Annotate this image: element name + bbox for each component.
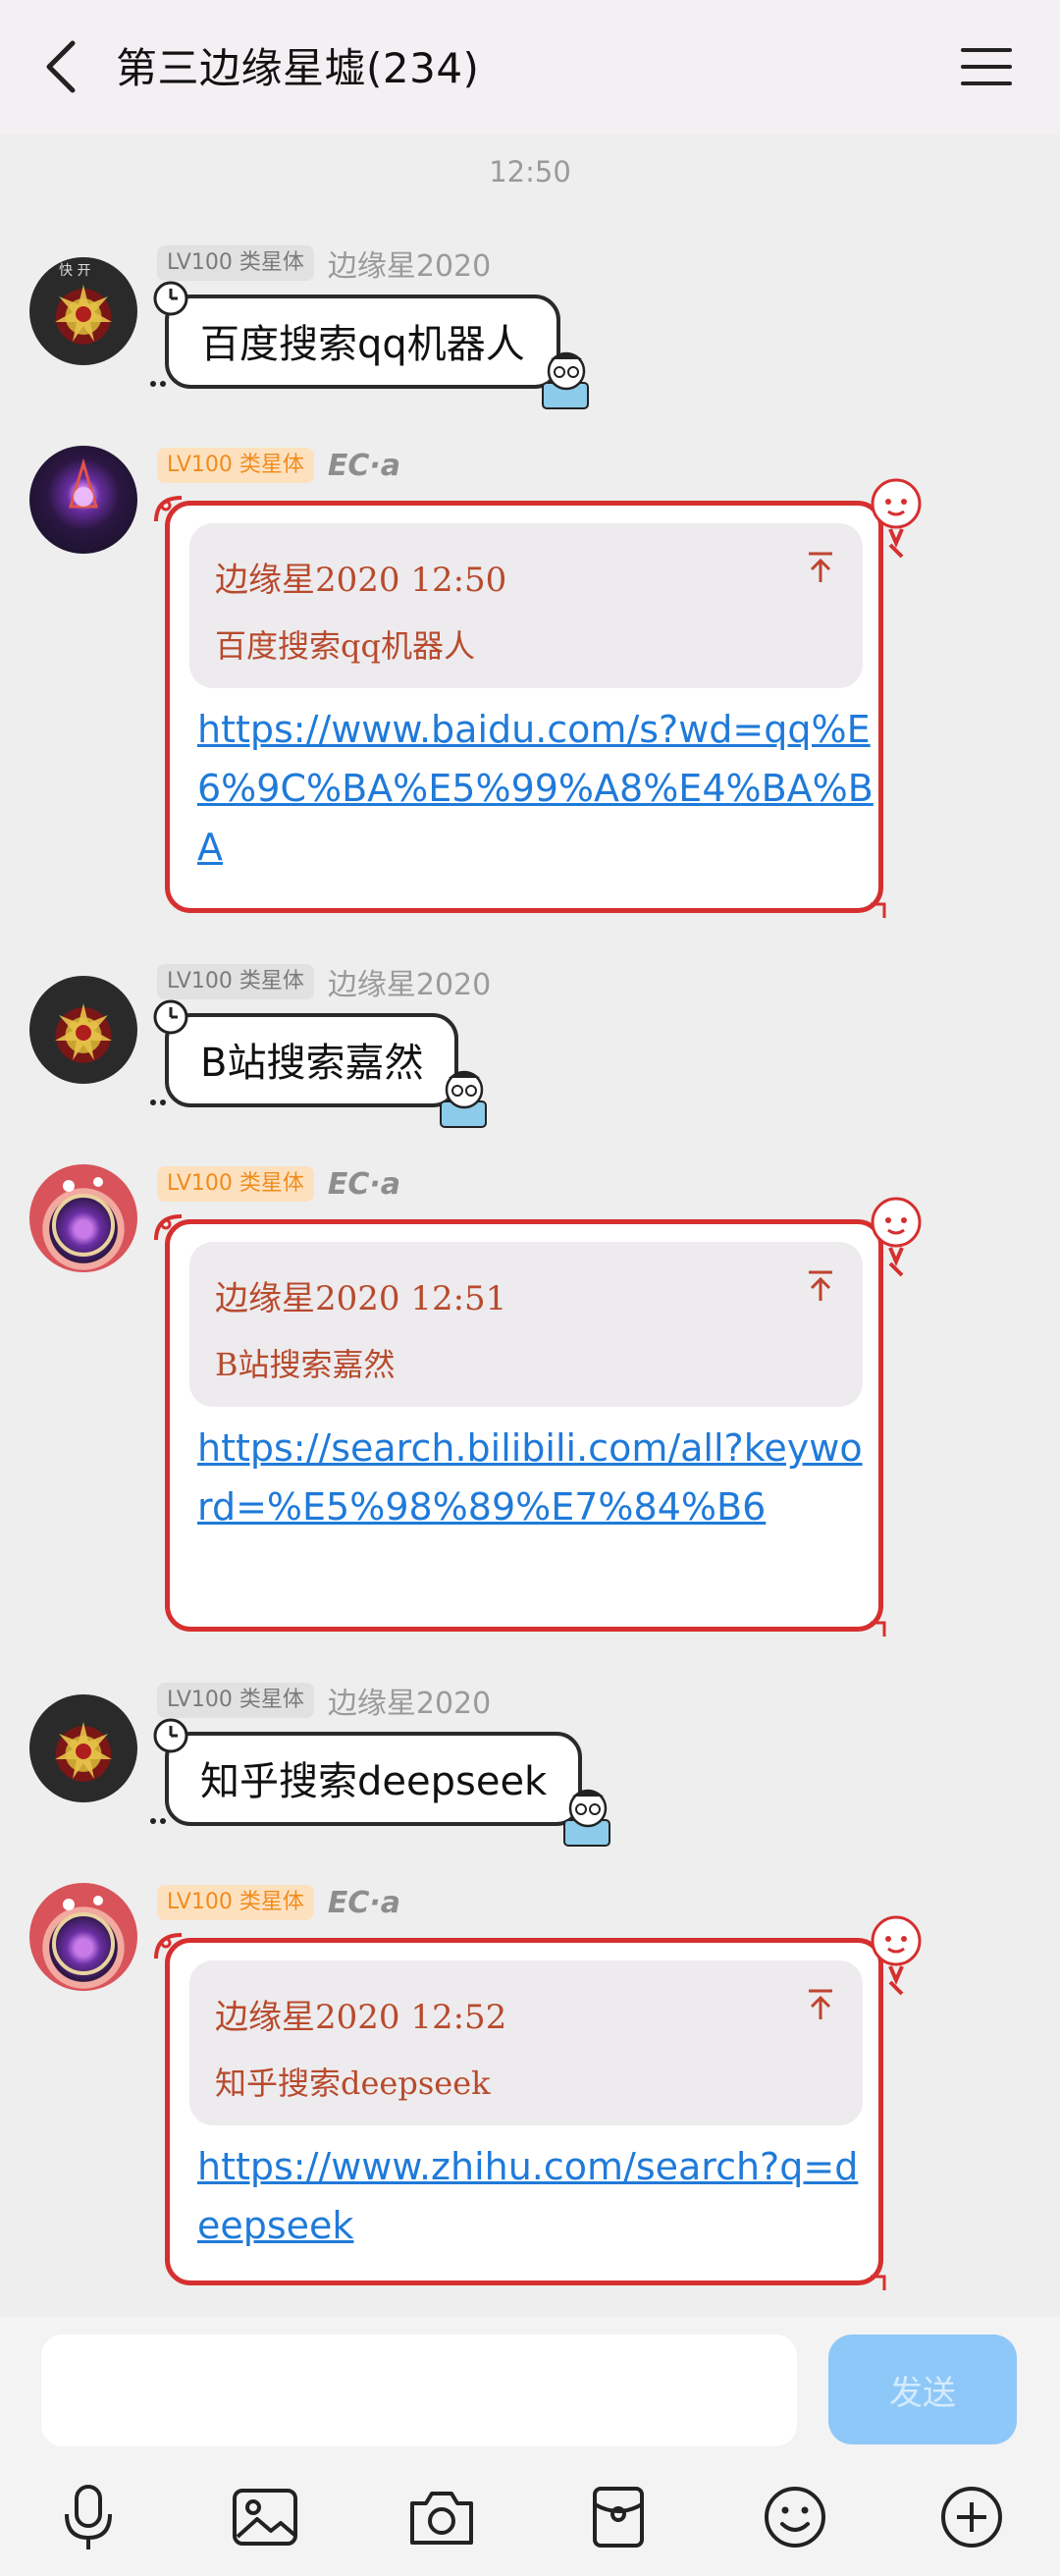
nerd-sticker-icon xyxy=(541,351,589,409)
clock-icon xyxy=(153,281,188,316)
message-item: LV100 类星体 EC·a 边缘星2020 12:52 知乎搜索deepsee… xyxy=(0,1883,1060,2295)
menu-icon xyxy=(961,48,1012,85)
corner-ornament-icon xyxy=(154,1214,183,1241)
chat-header: 第三边缘星墟(234) xyxy=(0,0,1060,134)
quote-header: 边缘星2020 12:50 xyxy=(215,561,507,600)
emoji-button[interactable] xyxy=(756,2478,834,2556)
jump-to-top-icon[interactable] xyxy=(806,1988,835,2021)
avatar[interactable] xyxy=(29,1694,137,1802)
microphone-icon xyxy=(65,2485,112,2549)
message-meta: LV100 类星体 边缘星2020 xyxy=(157,960,491,1003)
red-mascot-sticker-icon xyxy=(871,1197,922,1277)
level-badge: LV100 类星体 xyxy=(157,448,314,483)
avatar[interactable] xyxy=(29,1883,137,1991)
clock-icon xyxy=(153,1718,188,1753)
message-meta: LV100 类星体 边缘星2020 xyxy=(157,1679,491,1722)
jump-to-top-icon[interactable] xyxy=(806,1269,835,1303)
level-badge: LV100 类星体 xyxy=(157,1166,314,1202)
quoted-message[interactable]: 边缘星2020 12:51 B站搜索嘉然 xyxy=(189,1242,863,1407)
level-badge: LV100 类星体 xyxy=(157,245,314,281)
text-bubble[interactable]: B站搜索嘉然 xyxy=(150,999,488,1128)
corner-ornament-icon xyxy=(871,1621,886,1637)
message-text: 知乎搜索deepseek xyxy=(200,1759,548,1804)
dots-decoration-icon xyxy=(150,1100,166,1105)
message-item: LV100 类星体 边缘星2020 知乎搜索deepseek xyxy=(0,1681,1060,1857)
message-text: B站搜索嘉然 xyxy=(200,1041,424,1086)
input-toolbar xyxy=(0,2474,1060,2572)
message-meta: LV100 类星体 EC·a xyxy=(157,1883,400,1922)
search-link[interactable]: https://search.bilibili.com/all?keyword=… xyxy=(197,1419,874,1536)
level-badge: LV100 类星体 xyxy=(157,964,314,999)
nerd-sticker-icon xyxy=(440,1070,488,1128)
corner-ornament-icon xyxy=(154,1933,183,1959)
camera-button[interactable] xyxy=(402,2478,481,2556)
red-packet-icon xyxy=(593,2487,644,2548)
svg-text:快 开: 快 开 xyxy=(59,263,90,279)
quote-text: 百度搜索qq机器人 xyxy=(215,627,475,665)
plus-icon xyxy=(941,2487,1002,2548)
sender-name[interactable]: 边缘星2020 xyxy=(328,1679,491,1722)
message-item: LV100 类星体 边缘星2020 B站搜索嘉然 xyxy=(0,962,1060,1139)
message-meta: LV100 类星体 EC·a xyxy=(157,446,400,485)
dots-decoration-icon xyxy=(150,381,166,387)
dots-decoration-icon xyxy=(150,1818,166,1824)
text-bubble[interactable]: 知乎搜索deepseek xyxy=(150,1718,611,1847)
menu-button[interactable] xyxy=(952,39,1021,94)
clock-icon xyxy=(153,999,188,1035)
reply-card[interactable]: 边缘星2020 12:52 知乎搜索deepseek https://www.z… xyxy=(154,1915,922,2290)
chevron-left-icon xyxy=(46,40,76,93)
quote-text: 知乎搜索deepseek xyxy=(215,2065,491,2102)
nerd-sticker-icon xyxy=(563,1789,611,1847)
back-button[interactable] xyxy=(29,33,92,100)
sender-name[interactable]: EC·a xyxy=(328,1167,400,1202)
sender-name[interactable]: EC·a xyxy=(328,449,400,483)
text-bubble[interactable]: 百度搜索qq机器人 xyxy=(150,281,589,409)
sender-name[interactable]: 边缘星2020 xyxy=(328,242,491,285)
voice-button[interactable] xyxy=(49,2478,128,2556)
input-area: 发送 xyxy=(0,2317,1060,2576)
quoted-message[interactable]: 边缘星2020 12:50 百度搜索qq机器人 xyxy=(189,523,863,688)
sender-name[interactable]: 边缘星2020 xyxy=(328,960,491,1003)
chat-area[interactable]: 12:50 快 开 LV100 类星体 边缘星2020 百度搜索qq机器人 LV… xyxy=(0,134,1060,2317)
more-button[interactable] xyxy=(932,2478,1011,2556)
message-item: LV100 类星体 EC·a 边缘星2020 12:51 B站搜索嘉然 http… xyxy=(0,1164,1060,1637)
search-link[interactable]: https://www.zhihu.com/search?q=deepseek xyxy=(197,2137,874,2255)
reply-card[interactable]: 边缘星2020 12:50 百度搜索qq机器人 https://www.baid… xyxy=(154,478,922,918)
search-link[interactable]: https://www.baidu.com/s?wd=qq%E6%9C%BA%E… xyxy=(197,700,874,877)
avatar[interactable] xyxy=(29,446,137,554)
quote-header: 边缘星2020 12:51 xyxy=(215,1279,507,1318)
message-text: 百度搜索qq机器人 xyxy=(200,322,525,367)
camera-icon xyxy=(410,2492,473,2545)
message-item: 快 开 LV100 类星体 边缘星2020 百度搜索qq机器人 xyxy=(0,243,1060,420)
message-timestamp: 12:50 xyxy=(489,155,571,188)
reply-card[interactable]: 边缘星2020 12:51 B站搜索嘉然 https://search.bili… xyxy=(154,1197,922,1637)
message-meta: LV100 类星体 EC·a xyxy=(157,1164,400,1204)
send-button[interactable]: 发送 xyxy=(828,2334,1017,2444)
quoted-message[interactable]: 边缘星2020 12:52 知乎搜索deepseek xyxy=(189,1960,863,2125)
level-badge: LV100 类星体 xyxy=(157,1885,314,1920)
message-item: LV100 类星体 EC·a 边缘星2020 12:50 百度搜索qq机器人 h… xyxy=(0,446,1060,918)
image-icon xyxy=(233,2489,297,2546)
quote-header: 边缘星2020 12:52 xyxy=(215,1998,507,2037)
image-button[interactable] xyxy=(226,2478,304,2556)
message-input[interactable] xyxy=(41,2334,797,2446)
level-badge: LV100 类星体 xyxy=(157,1683,314,1718)
avatar[interactable] xyxy=(29,976,137,1084)
avatar[interactable]: 快 开 xyxy=(29,257,137,365)
corner-ornament-icon xyxy=(871,902,886,918)
chat-title: 第三边缘星墟(234) xyxy=(116,44,480,92)
red-packet-button[interactable] xyxy=(579,2478,658,2556)
quote-text: B站搜索嘉然 xyxy=(215,1346,396,1383)
jump-to-top-icon[interactable] xyxy=(806,551,835,584)
message-meta: LV100 类星体 边缘星2020 xyxy=(157,242,491,285)
red-mascot-sticker-icon xyxy=(871,478,922,559)
emoji-icon xyxy=(765,2487,825,2548)
corner-ornament-icon xyxy=(871,2275,886,2290)
red-mascot-sticker-icon xyxy=(871,1915,922,1996)
corner-ornament-icon xyxy=(154,496,183,522)
avatar[interactable] xyxy=(29,1164,137,1272)
sender-name[interactable]: EC·a xyxy=(328,1886,400,1920)
